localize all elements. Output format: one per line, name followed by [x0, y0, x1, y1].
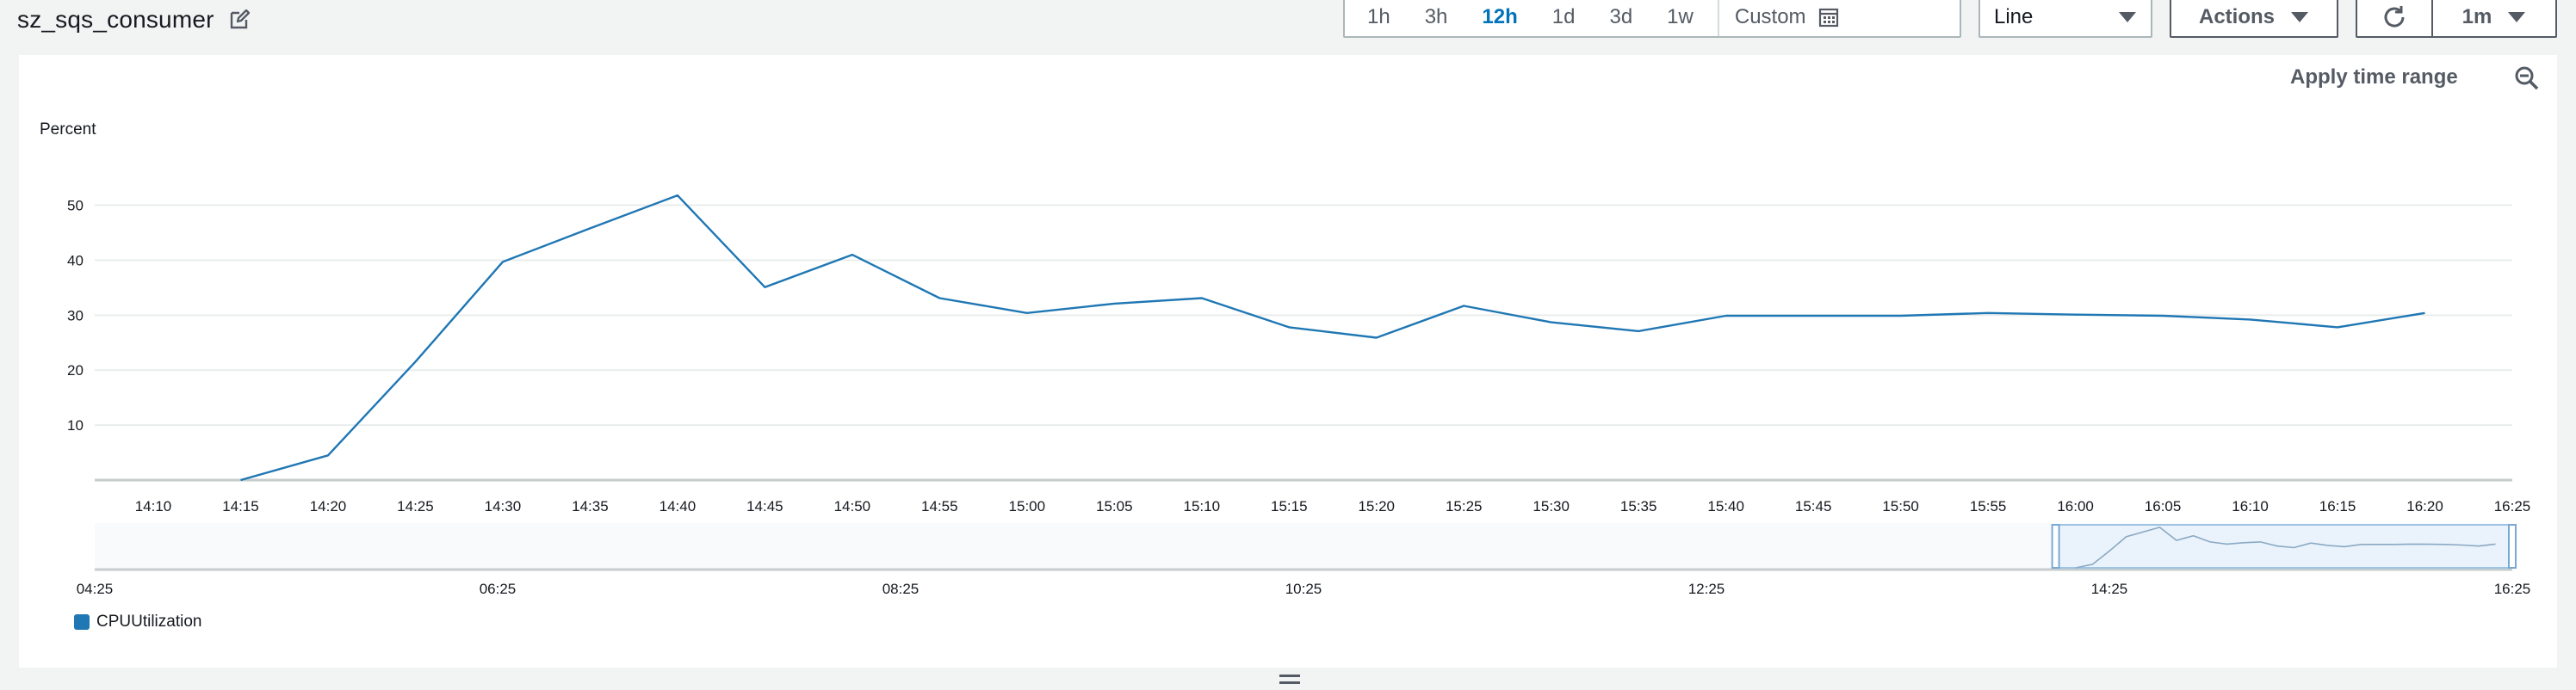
x-tick-label: 14:35	[572, 498, 609, 514]
legend-label: CPUUtilization	[96, 613, 202, 631]
x-tick-label: 15:55	[1970, 498, 2007, 514]
overview-tick-labels: 04:25 06:25 08:25 10:25 12:25 14:25 16:25	[77, 581, 2531, 597]
x-tick-label: 14:45	[746, 498, 783, 514]
resize-bar	[1279, 681, 1300, 684]
y-tick-label: 10	[67, 417, 84, 434]
overview-tick-label: 14:25	[2091, 581, 2128, 597]
x-tick-label: 16:05	[2145, 498, 2182, 514]
overview-tick-label: 16:25	[2494, 581, 2531, 597]
x-tick-label: 15:50	[1882, 498, 1919, 514]
x-tick-labels: 14:10 14:15 14:20 14:25 14:30 14:35 14:40 14:45…	[135, 498, 2531, 514]
x-tick-label: 15:00	[1009, 498, 1046, 514]
x-tick-label: 14:30	[485, 498, 522, 514]
series-line-cpuutilization	[240, 194, 2425, 482]
x-tick-label: 14:20	[310, 498, 347, 514]
x-tick-label: 15:20	[1358, 498, 1395, 514]
x-tick-label: 14:10	[135, 498, 172, 514]
overview-tick-label: 10:25	[1285, 581, 1322, 597]
x-tick-label: 15:05	[1096, 498, 1133, 514]
x-tick-label: 14:15	[222, 498, 259, 514]
y-tick-label: 40	[67, 252, 84, 268]
x-tick-label: 16:20	[2406, 498, 2443, 514]
overview-tick-label: 12:25	[1688, 581, 1725, 597]
x-tick-label: 16:15	[2319, 498, 2356, 514]
x-tick-label: 15:45	[1795, 498, 1832, 514]
legend-swatch	[74, 614, 90, 630]
x-tick-label: 14:55	[921, 498, 958, 514]
brush-left-handle[interactable]	[2051, 524, 2060, 569]
x-tick-label: 15:25	[1446, 498, 1483, 514]
x-tick-label: 15:35	[1620, 498, 1657, 514]
y-tick-labels: 10 20 30 40 50	[67, 198, 84, 434]
x-tick-label: 15:10	[1184, 498, 1221, 514]
x-tick-label: 16:10	[2232, 498, 2269, 514]
x-tick-label: 15:40	[1707, 498, 1744, 514]
resize-handle-icon[interactable]	[1279, 668, 1300, 690]
overview-tick-label: 08:25	[882, 581, 920, 597]
x-tick-label: 14:25	[397, 498, 434, 514]
x-tick-label: 14:40	[659, 498, 697, 514]
series-lines	[240, 194, 2425, 482]
x-tick-label: 16:00	[2057, 498, 2094, 514]
y-tick-label: 20	[67, 362, 84, 379]
brush-right-handle[interactable]	[2508, 524, 2517, 569]
x-tick-label: 16:25	[2494, 498, 2531, 514]
resize-bar	[1279, 674, 1300, 677]
legend-item-cpuutilization[interactable]: CPUUtilization	[74, 613, 201, 631]
x-tick-label: 15:15	[1271, 498, 1308, 514]
line-chart: Percent 1020304050 14:10 14:15 14:20 14:25 1…	[40, 120, 2531, 597]
x-tick-label: 14:50	[834, 498, 871, 514]
y-tick-label: 50	[67, 198, 84, 214]
x-tick-label: 15:30	[1533, 498, 1570, 514]
overview-tick-label: 06:25	[480, 581, 517, 597]
overview-tick-label: 04:25	[77, 581, 114, 597]
y-axis-unit-label: Percent	[40, 120, 96, 139]
y-tick-label: 30	[67, 307, 84, 323]
